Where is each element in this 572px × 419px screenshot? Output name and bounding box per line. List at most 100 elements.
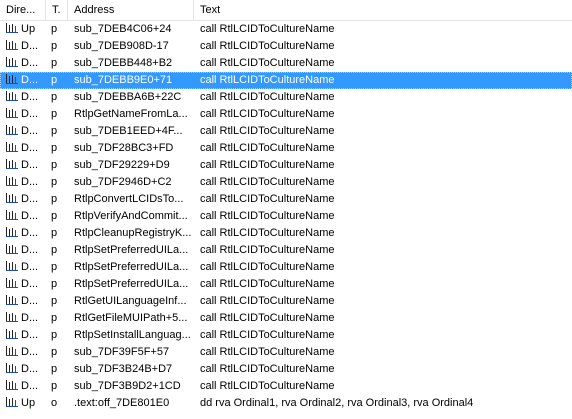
text-cell: call RtlLCIDToCultureName [200, 329, 335, 341]
xref-row[interactable]: D... p RtlpSetPreferredUILa... call RtlLCID… [0, 242, 572, 259]
text-cell: call RtlLCIDToCultureName [200, 142, 335, 154]
direction-cell: D... [0, 38, 46, 55]
column-header-type[interactable]: T. [46, 0, 68, 20]
address-cell: sub_7DEB908D-17 [74, 40, 169, 52]
type-cell: p [51, 91, 58, 103]
text-cell: call RtlLCIDToCultureName [200, 193, 335, 205]
xref-direction-icon [5, 73, 19, 85]
xref-row[interactable]: D... p sub_7DEBBA6B+22C call RtlLCIDToCultu… [0, 89, 572, 106]
direction-label: D... [21, 278, 39, 290]
address-cell: .text:off_7DE801E0 [74, 397, 170, 409]
direction-label: Up [21, 397, 36, 409]
column-header-address[interactable]: Address [68, 0, 194, 20]
address-cell: RtlGetFileMUIPath+5... [74, 312, 188, 324]
direction-label: D... [21, 74, 39, 86]
address-cell: sub_7DF39F5F+57 [74, 346, 170, 358]
direction-label: D... [21, 125, 39, 137]
direction-label: D... [21, 142, 39, 154]
direction-cell: Up [0, 21, 46, 38]
xref-row[interactable]: D... p RtlpCleanupRegistryK... call RtlLCID… [0, 225, 572, 242]
text-cell: call RtlLCIDToCultureName [200, 312, 335, 324]
direction-cell: D... [0, 242, 46, 259]
text-cell: call RtlLCIDToCultureName [200, 261, 335, 273]
direction-cell: D... [0, 55, 46, 72]
xref-row[interactable]: D... p RtlpSetPreferredUILa... call RtlLCID… [0, 276, 572, 293]
direction-label: D... [21, 312, 39, 324]
type-cell: p [51, 125, 58, 137]
address-cell: sub_7DF3B24B+D7 [74, 363, 173, 375]
type-cell: p [51, 346, 58, 358]
xref-direction-icon [5, 260, 19, 272]
type-cell: p [51, 227, 58, 239]
xref-direction-icon [5, 379, 19, 391]
xref-row[interactable]: Up p sub_7DEB4C06+24 call RtlLCIDToCultureN… [0, 21, 572, 38]
direction-label: D... [21, 176, 39, 188]
type-cell: p [51, 295, 58, 307]
column-header-direction[interactable]: Dire... [0, 0, 46, 20]
text-cell: call RtlLCIDToCultureName [200, 108, 335, 120]
xref-row[interactable]: D... p RtlpSetPreferredUILa... call RtlLCID… [0, 259, 572, 276]
direction-cell: D... [0, 293, 46, 310]
direction-label: D... [21, 261, 39, 273]
column-header-text[interactable]: Text [194, 0, 572, 20]
xref-row[interactable]: D... p RtlGetFileMUIPath+5... call RtlLCIDT… [0, 310, 572, 327]
xref-row[interactable]: D... p RtlpGetNameFromLa... call RtlLCIDToC… [0, 106, 572, 123]
xref-row[interactable]: D... p sub_7DF2946D+C2 call RtlLCIDToCultur… [0, 174, 572, 191]
xref-row[interactable]: D... p sub_7DF3B9D2+1CD call RtlLCIDToCultu… [0, 378, 572, 395]
xref-row[interactable]: D... p sub_7DF3B24B+D7 call RtlLCIDToCultur… [0, 361, 572, 378]
type-cell: p [51, 329, 58, 341]
xref-direction-icon [5, 311, 19, 323]
xref-direction-icon [5, 192, 19, 204]
address-cell: sub_7DF28BC3+FD [74, 142, 174, 154]
xref-direction-icon [5, 277, 19, 289]
address-cell: RtlpVerifyAndCommit... [74, 210, 188, 222]
text-cell: call RtlLCIDToCultureName [200, 210, 335, 222]
xref-direction-icon [5, 56, 19, 68]
direction-cell: D... [0, 191, 46, 208]
xref-row[interactable]: D... p RtlpVerifyAndCommit... call RtlLCIDT… [0, 208, 572, 225]
direction-cell: D... [0, 225, 46, 242]
xref-row[interactable]: D... p sub_7DEBB448+B2 call RtlLCIDToCultur… [0, 55, 572, 72]
text-cell: call RtlLCIDToCultureName [200, 159, 335, 171]
xref-direction-icon [5, 141, 19, 153]
xref-direction-icon [5, 226, 19, 238]
xref-row[interactable]: D... p RtlpConvertLCIDsTo... call RtlLCIDTo… [0, 191, 572, 208]
xref-direction-icon [5, 209, 19, 221]
address-cell: RtlpSetInstallLanguag... [74, 329, 191, 341]
xref-row[interactable]: D... p RtlGetUILanguageInf... call RtlLCIDT… [0, 293, 572, 310]
direction-cell: D... [0, 89, 46, 106]
text-cell: call RtlLCIDToCultureName [200, 74, 335, 86]
type-cell: p [51, 380, 58, 392]
direction-cell: D... [0, 157, 46, 174]
address-cell: sub_7DF2946D+C2 [74, 176, 172, 188]
xref-row[interactable]: D... p RtlpSetInstallLanguag... call RtlLCI… [0, 327, 572, 344]
direction-cell: D... [0, 123, 46, 140]
xref-row[interactable]: D... p sub_7DF29229+D9 call RtlLCIDToCultur… [0, 157, 572, 174]
address-cell: sub_7DEBB9E0+71 [74, 74, 173, 86]
direction-cell: D... [0, 327, 46, 344]
xref-row[interactable]: D... p sub_7DEB908D-17 call RtlLCIDToCultur… [0, 38, 572, 55]
type-cell: p [51, 261, 58, 273]
xref-direction-icon [5, 243, 19, 255]
direction-cell: D... [0, 276, 46, 293]
direction-cell: D... [0, 72, 46, 89]
direction-label: D... [21, 244, 39, 256]
xref-direction-icon [5, 90, 19, 102]
type-cell: p [51, 244, 58, 256]
xrefs-list-view[interactable]: Dire... T. Address Text Up p sub_7DEB4C06+… [0, 0, 572, 419]
xref-row[interactable]: D... p sub_7DEBB9E0+71 call RtlLCIDToCultur… [0, 72, 572, 89]
xref-row[interactable]: D... p sub_7DF28BC3+FD call RtlLCIDToCultur… [0, 140, 572, 157]
type-cell: p [51, 142, 58, 154]
type-cell: p [51, 193, 58, 205]
xref-direction-icon [5, 22, 19, 34]
direction-label: D... [21, 57, 39, 69]
xref-row[interactable]: D... p sub_7DF39F5F+57 call RtlLCIDToCultur… [0, 344, 572, 361]
xref-row[interactable]: D... p sub_7DEB1EED+4F... call RtlLCIDToCul… [0, 123, 572, 140]
direction-label: D... [21, 363, 39, 375]
xref-row[interactable]: Up o .text:off_7DE801E0 dd rva Ordinal1, rv… [0, 395, 572, 412]
direction-cell: D... [0, 106, 46, 123]
text-cell: call RtlLCIDToCultureName [200, 244, 335, 256]
direction-cell: D... [0, 344, 46, 361]
xref-direction-icon [5, 39, 19, 51]
xref-direction-icon [5, 175, 19, 187]
